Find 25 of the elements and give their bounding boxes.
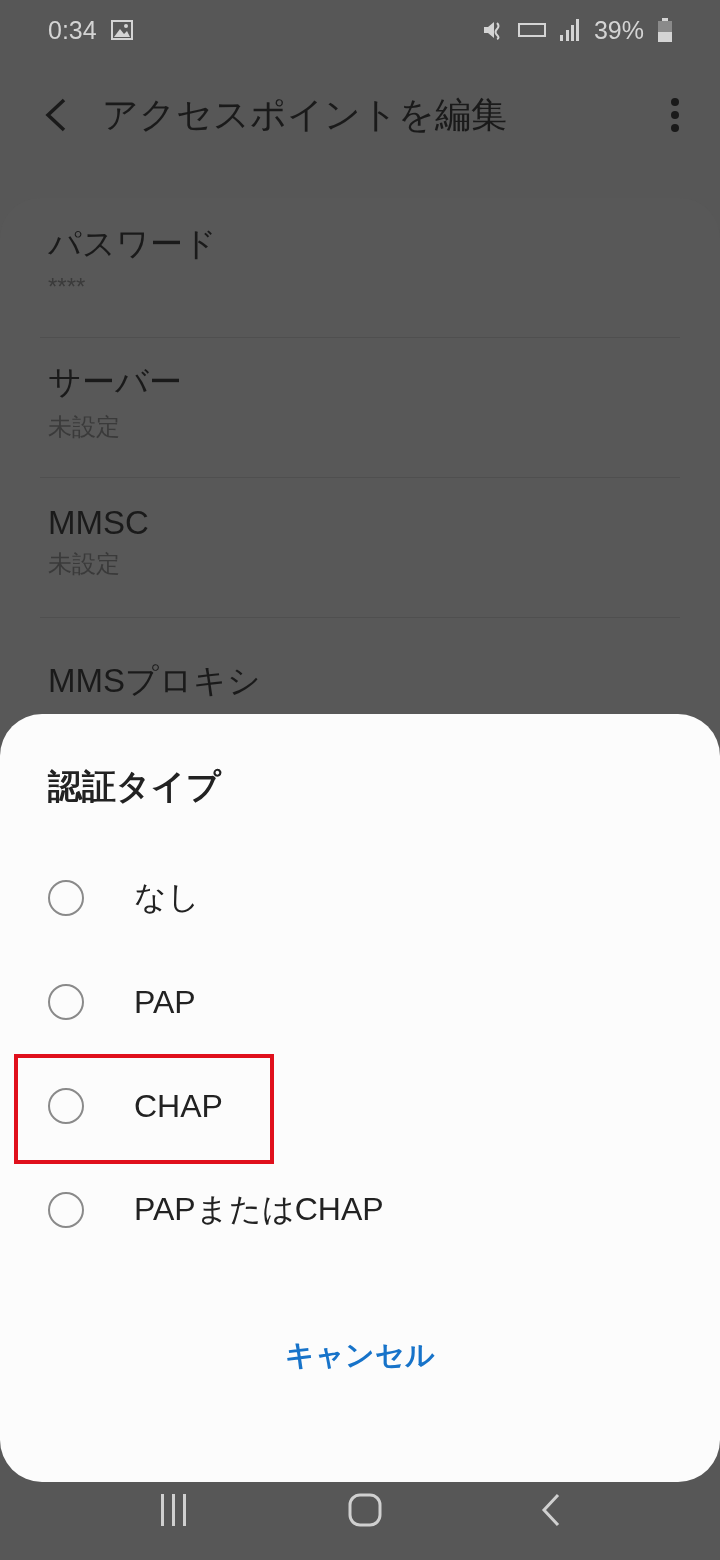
clock: 0:34 [48,15,97,45]
battery-percent: 39% [593,15,644,45]
dialog-title: 認証タイプ [48,766,223,807]
image-icon [110,20,133,40]
setting-title[interactable]: パスワード [48,222,680,267]
home-icon[interactable] [348,1493,382,1527]
option-label[interactable]: PAP [134,983,196,1021]
setting-value: **** [48,273,87,301]
battery-icon [658,18,672,42]
option-label[interactable]: CHAP [134,1087,223,1125]
signal-icon [559,19,580,41]
back-icon[interactable] [44,98,68,132]
cancel-button[interactable]: キャンセル [265,1326,455,1386]
radio-button[interactable] [48,880,84,916]
option-label[interactable]: PAPまたはCHAP [134,1188,384,1232]
screen-title: アクセスポイントを編集 [102,92,508,137]
back-icon[interactable] [540,1493,561,1527]
radio-button[interactable] [48,984,84,1020]
setting-title[interactable]: サーバー [48,360,680,405]
radio-button[interactable] [48,1088,84,1124]
option-label[interactable]: なし [134,876,200,920]
setting-title[interactable]: MMSプロキシ [48,659,680,704]
radio-button[interactable] [48,1192,84,1228]
setting-title[interactable]: MMSC [48,503,680,542]
more-icon[interactable] [670,98,680,132]
